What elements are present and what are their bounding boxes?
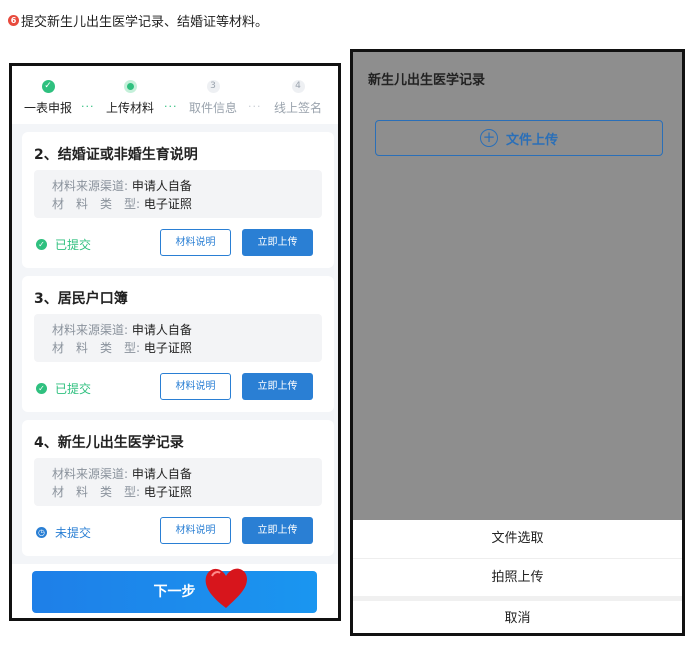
status-badge: ✓ 已提交 — [36, 380, 91, 397]
source-value: 申请人自备 — [131, 323, 192, 337]
step-2-label: 上传材料 — [105, 101, 154, 115]
cancel-option[interactable]: 取消 — [353, 601, 682, 633]
step-2-current-icon — [123, 80, 137, 93]
check-circle-icon: ✓ — [36, 239, 47, 250]
source-value: 申请人自备 — [131, 179, 192, 193]
step-number-badge: 6 — [8, 15, 19, 26]
status-badge: ✓ 已提交 — [36, 236, 91, 253]
material-title: 2、结婚证或非婚生育说明 — [34, 147, 198, 163]
step-3-number: 3 — [206, 80, 220, 93]
step-4-number: 4 — [291, 80, 305, 93]
step-separator: ··· — [81, 100, 95, 113]
type-label: 材 料 类 型: — [52, 197, 141, 211]
heart-icon — [205, 568, 247, 608]
step-3-label: 取件信息 — [188, 101, 237, 115]
type-label: 材 料 类 型: — [52, 341, 141, 355]
upload-now-button[interactable]: 立即上传 — [242, 229, 313, 256]
caption-text: 提交新生儿出生医学记录、结婚证等材料。 — [21, 15, 269, 30]
material-explain-button[interactable]: 材料说明 — [160, 229, 231, 256]
source-label: 材料来源渠道: — [52, 179, 129, 193]
page-title: 新生儿出生医学记录 — [368, 73, 486, 88]
step-4-label: 线上签名 — [273, 101, 322, 115]
source-value: 申请人自备 — [131, 467, 192, 481]
step-separator: ··· — [248, 100, 262, 113]
bottom-bar: 下一步 — [12, 564, 338, 618]
material-title: 4、新生儿出生医学记录 — [34, 435, 184, 451]
plus-circle-icon: + — [479, 129, 498, 147]
right-phone-screen: 新生儿出生医学记录 + 文件上传 文件选取 拍照上传 取消 — [350, 49, 685, 636]
action-sheet: 文件选取 拍照上传 取消 — [353, 520, 682, 633]
step-separator: ··· — [164, 100, 178, 113]
step-1-label: 一表申报 — [23, 101, 72, 115]
status-text: 已提交 — [55, 238, 92, 252]
photo-upload-option[interactable]: 拍照上传 — [353, 559, 682, 596]
upload-now-button[interactable]: 立即上传 — [242, 373, 313, 400]
material-card: 2、结婚证或非婚生育说明 材料来源渠道: 申请人自备 材 料 类 型: 电子证照… — [22, 132, 334, 268]
file-upload-label: 文件上传 — [505, 132, 558, 148]
step-4: 4 线上签名 — [270, 80, 326, 116]
source-label: 材料来源渠道: — [52, 467, 129, 481]
upload-now-button[interactable]: 立即上传 — [242, 517, 313, 544]
material-card: 3、居民户口簿 材料来源渠道: 申请人自备 材 料 类 型: 电子证照 ✓ 已提… — [22, 276, 334, 412]
step-1-check-icon: ✓ — [41, 80, 55, 93]
step-1: ✓ 一表申报 — [20, 80, 76, 116]
material-info: 材料来源渠道: 申请人自备 材 料 类 型: 电子证照 — [34, 458, 322, 506]
source-label: 材料来源渠道: — [52, 323, 129, 337]
check-circle-icon: ✓ — [36, 383, 47, 394]
caption: 6 提交新生儿出生医学记录、结婚证等材料。 — [8, 11, 268, 30]
material-info: 材料来源渠道: 申请人自备 材 料 类 型: 电子证照 — [34, 170, 322, 218]
type-value: 电子证照 — [143, 197, 192, 211]
file-select-option[interactable]: 文件选取 — [353, 520, 682, 558]
file-upload-button[interactable]: + 文件上传 — [375, 120, 663, 156]
progress-steps: ✓ 一表申报 ··· 上传材料 ··· 3 取件信息 ··· 4 线上签名 — [12, 66, 338, 124]
step-3: 3 取件信息 — [185, 80, 241, 116]
type-label: 材 料 类 型: — [52, 485, 141, 499]
material-explain-button[interactable]: 材料说明 — [160, 373, 231, 400]
material-card: 4、新生儿出生医学记录 材料来源渠道: 申请人自备 材 料 类 型: 电子证照 … — [22, 420, 334, 556]
next-step-button[interactable]: 下一步 — [32, 571, 317, 613]
status-text: 已提交 — [55, 382, 92, 396]
status-badge: ◷ 未提交 — [36, 524, 91, 541]
left-phone-screen: ✓ 一表申报 ··· 上传材料 ··· 3 取件信息 ··· 4 线上签名 2、… — [9, 63, 341, 621]
material-explain-button[interactable]: 材料说明 — [160, 517, 231, 544]
step-2: 上传材料 — [102, 80, 158, 116]
material-info: 材料来源渠道: 申请人自备 材 料 类 型: 电子证照 — [34, 314, 322, 362]
type-value: 电子证照 — [143, 485, 192, 499]
material-title: 3、居民户口簿 — [34, 291, 128, 307]
type-value: 电子证照 — [143, 341, 192, 355]
clock-icon: ◷ — [36, 527, 47, 538]
status-text: 未提交 — [55, 526, 92, 540]
